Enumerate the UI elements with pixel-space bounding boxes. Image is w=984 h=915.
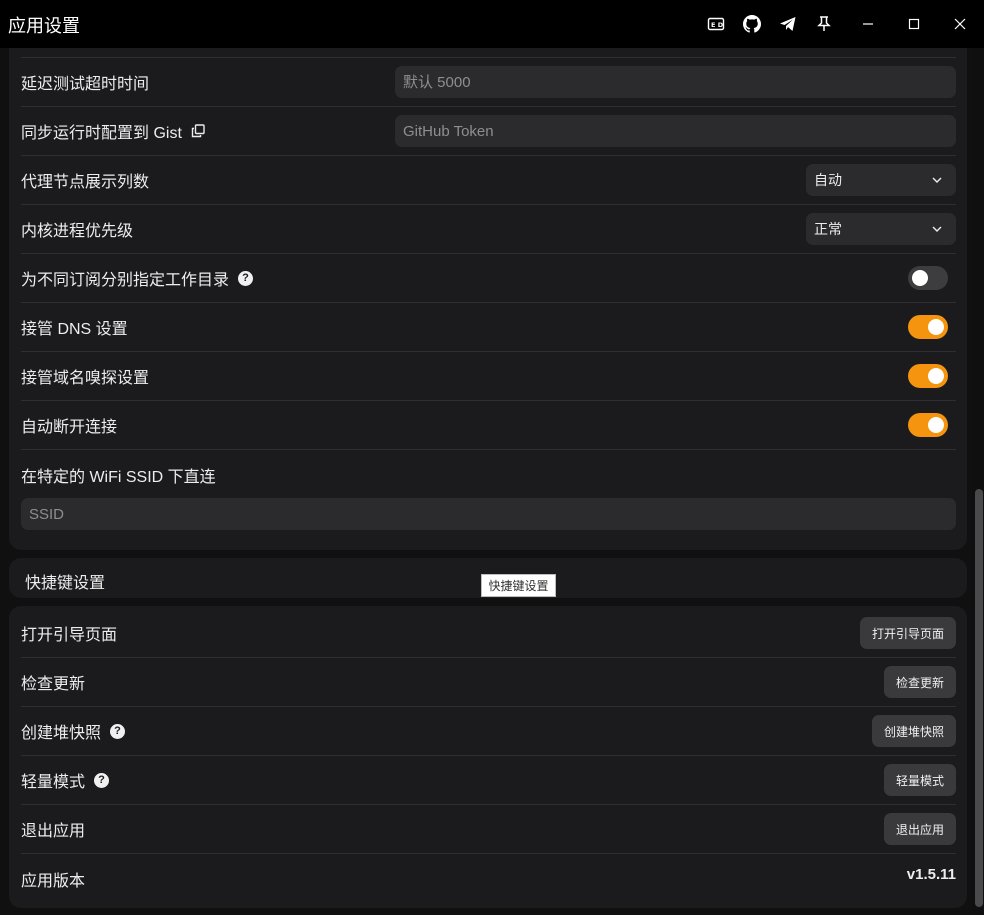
chevron-down-icon [932,226,942,232]
github-token-input[interactable] [395,115,956,147]
delay-timeout-label: 延迟测试超时时间 [21,76,150,93]
settings-content: 延迟测试超时时间 同步运行时配置到 Gist 代理节点展示列数 自动 内核进程优… [0,48,972,915]
svg-text:E D: E D [711,21,724,29]
check-update-button[interactable]: 检查更新 [883,666,956,698]
row-takeover-sniff: 接管域名嗅探设置 [21,352,956,401]
actions-card: 打开引导页面 打开引导页面 检查更新 检查更新 创建堆快照 ? 创建堆快照 轻量… [9,606,967,908]
auto-disconnect-label: 自动断开连接 [21,419,118,436]
takeover-sniff-label: 接管域名嗅探设置 [21,370,150,387]
row-takeover-dns: 接管 DNS 设置 [21,303,956,352]
github-icon[interactable] [742,14,762,34]
toggle-knob [928,368,944,384]
sub-workdir-label-wrap: 为不同订阅分别指定工作目录 ? [21,266,254,290]
row-heap-snapshot: 创建堆快照 ? 创建堆快照 [21,707,956,756]
toggle-knob [912,270,928,286]
quit-app-label: 退出应用 [21,823,86,840]
row-auto-disconnect: 自动断开连接 [21,401,956,450]
open-guide-label: 打开引导页面 [21,627,118,644]
auto-disconnect-toggle[interactable] [908,413,948,437]
row-proxy-columns: 代理节点展示列数 自动 [21,156,956,205]
quit-app-button[interactable]: 退出应用 [883,813,956,845]
sync-gist-label-wrap: 同步运行时配置到 Gist [21,119,205,143]
proxy-columns-select[interactable]: 自动 [806,164,956,196]
pin-icon[interactable] [814,14,834,34]
heap-snapshot-label-wrap: 创建堆快照 ? [21,719,126,743]
row-sub-workdir: 为不同订阅分别指定工作目录 ? [21,254,956,303]
heap-snapshot-button[interactable]: 创建堆快照 [871,715,956,747]
scrollbar-thumb[interactable] [975,489,983,907]
core-priority-label: 内核进程优先级 [21,223,134,240]
wifi-direct-label: 在特定的 WiFi SSID 下直连 [21,468,216,486]
row-open-guide: 打开引导页面 打开引导页面 [21,609,956,658]
window-title: 应用设置 [8,16,80,36]
row-app-version: 应用版本 v1.5.11 [21,854,956,903]
row-sync-gist: 同步运行时配置到 Gist [21,107,956,156]
app-version-value: v1.5.11 [906,866,956,883]
delay-timeout-input[interactable] [395,66,956,98]
shortcuts-title: 快捷键设置 [25,575,106,592]
proxy-columns-label: 代理节点展示列数 [21,174,150,191]
telegram-icon[interactable] [778,14,798,34]
row-core-priority: 内核进程优先级 正常 [21,205,956,254]
close-icon[interactable] [950,14,970,34]
takeover-sniff-toggle[interactable] [908,364,948,388]
help-icon[interactable]: ? [110,723,126,739]
ssid-input[interactable] [21,498,956,530]
settings-card: 延迟测试超时时间 同步运行时配置到 Gist 代理节点展示列数 自动 内核进程优… [9,48,967,550]
row-wifi-direct: 在特定的 WiFi SSID 下直连 [21,450,956,499]
sub-workdir-toggle[interactable] [908,266,948,290]
copy-icon[interactable] [191,124,205,138]
core-priority-value: 正常 [814,221,842,237]
app-version-label: 应用版本 [21,872,86,890]
open-guide-button[interactable]: 打开引导页面 [859,617,956,649]
core-priority-select[interactable]: 正常 [806,213,956,245]
toggle-knob [928,417,944,433]
shortcuts-tooltip: 快捷键设置 [481,574,556,597]
toggle-knob [928,319,944,335]
help-icon[interactable]: ? [238,270,254,286]
check-update-label: 检查更新 [21,676,86,693]
help-icon[interactable]: ? [94,772,110,788]
takeover-dns-label: 接管 DNS 设置 [21,321,128,338]
row-delay-timeout: 延迟测试超时时间 [21,58,956,107]
minimize-icon[interactable] [858,14,878,34]
ed-icon[interactable]: E D [706,14,726,34]
row-quit-app: 退出应用 退出应用 [21,805,956,854]
lite-mode-button[interactable]: 轻量模式 [883,764,956,796]
sync-gist-label: 同步运行时配置到 Gist [21,125,182,142]
sub-workdir-label: 为不同订阅分别指定工作目录 [21,272,230,289]
title-bar: 应用设置 E D [0,0,984,48]
maximize-icon[interactable] [904,14,924,34]
takeover-dns-toggle[interactable] [908,315,948,339]
proxy-columns-value: 自动 [814,172,842,188]
row-lite-mode: 轻量模式 ? 轻量模式 [21,756,956,805]
lite-mode-label-wrap: 轻量模式 ? [21,768,110,792]
chevron-down-icon [932,177,942,183]
lite-mode-label: 轻量模式 [21,774,86,791]
heap-snapshot-label: 创建堆快照 [21,725,102,742]
row-check-update: 检查更新 检查更新 [21,658,956,707]
